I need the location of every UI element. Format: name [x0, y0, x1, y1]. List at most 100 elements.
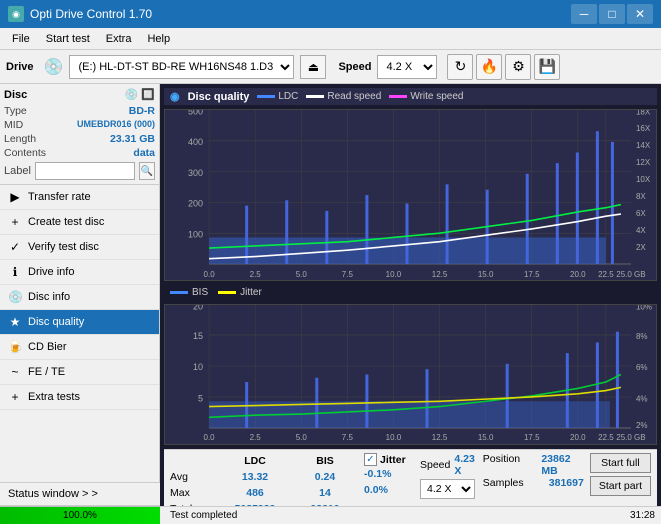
disc-mid-label: MID — [4, 119, 23, 131]
create-test-disc-label: Create test disc — [28, 216, 104, 228]
status-window-label: Status window > > — [8, 488, 98, 500]
legend-write-label: Write speed — [410, 91, 463, 102]
speed-selector[interactable]: 4.2 X — [377, 55, 437, 79]
svg-text:10X: 10X — [636, 175, 651, 184]
svg-text:14X: 14X — [636, 141, 651, 150]
start-part-button[interactable]: Start part — [590, 476, 651, 496]
sidebar-item-transfer-rate[interactable]: ▶ Transfer rate — [0, 185, 159, 210]
menu-file[interactable]: File — [4, 31, 38, 47]
sidebar-item-verify-test-disc[interactable]: ✓ Verify test disc — [0, 235, 159, 260]
burn-icon[interactable]: 🔥 — [476, 54, 502, 80]
maximize-button[interactable]: □ — [599, 4, 625, 24]
minimize-button[interactable]: ─ — [571, 4, 597, 24]
legend-read: Read speed — [306, 91, 381, 102]
disc-quality-label: Disc quality — [28, 316, 84, 328]
svg-text:6%: 6% — [636, 362, 648, 372]
legend-jitter: Jitter — [218, 287, 262, 298]
svg-text:10: 10 — [193, 362, 203, 372]
speed-value-display: 4.23 X — [454, 453, 476, 477]
disc-quality-icon: ★ — [8, 315, 22, 329]
menu-help[interactable]: Help — [139, 31, 178, 47]
time-display: 31:28 — [630, 510, 655, 521]
svg-text:10%: 10% — [636, 305, 653, 311]
nav-items: ▶ Transfer rate + Create test disc ✓ Ver… — [0, 185, 159, 488]
jitter-avg-row: -0.1% — [364, 466, 414, 482]
stats-bis-header: BIS — [290, 453, 360, 469]
pos-section: Position 23862 MB Samples 381697 — [483, 453, 584, 489]
action-buttons: Start full Start part — [590, 453, 651, 496]
position-row: Position 23862 MB — [483, 453, 584, 477]
cd-bier-icon: 🍺 — [8, 340, 22, 354]
disc-label-input[interactable] — [35, 162, 135, 180]
svg-text:25.0 GB: 25.0 GB — [616, 270, 646, 279]
bottom-chart: 20 15 10 5 10% 8% 6% 4% 2% 0.0 2.5 5.0 7… — [164, 304, 657, 445]
disc-contents-row: Contents data — [4, 147, 155, 159]
disc-extra-icon: 🔲 — [141, 88, 155, 101]
start-full-button[interactable]: Start full — [590, 453, 651, 473]
stats-avg-row: Avg 13.32 0.24 — [170, 469, 360, 485]
close-button[interactable]: ✕ — [627, 4, 653, 24]
svg-text:12.5: 12.5 — [432, 431, 448, 441]
svg-text:7.5: 7.5 — [342, 431, 354, 441]
sidebar-item-extra-tests[interactable]: + Extra tests — [0, 385, 159, 410]
app-title: Opti Drive Control 1.70 — [30, 7, 152, 21]
position-value: 23862 MB — [541, 453, 583, 477]
sidebar-item-disc-info[interactable]: 💿 Disc info — [0, 285, 159, 310]
disc-label-row: Label 🔍 — [4, 162, 155, 180]
legend-read-color — [306, 95, 324, 98]
status-window-button[interactable]: Status window > > — [0, 482, 160, 506]
svg-text:20: 20 — [193, 305, 203, 311]
legend-bis: BIS — [170, 287, 208, 298]
transfer-rate-label: Transfer rate — [28, 191, 91, 203]
label-search-button[interactable]: 🔍 — [139, 162, 155, 180]
jitter-checkbox[interactable]: ✓ — [364, 453, 377, 466]
svg-text:25.0 GB: 25.0 GB — [616, 431, 646, 441]
sidebar-item-drive-info[interactable]: ℹ Drive info — [0, 260, 159, 285]
svg-text:500: 500 — [188, 110, 203, 116]
legend-write-color — [389, 95, 407, 98]
disc-mid-value: UMEBDR016 (000) — [77, 119, 155, 131]
disc-info-label: Disc info — [28, 291, 70, 303]
legend-read-label: Read speed — [327, 91, 381, 102]
refresh-icon[interactable]: ↻ — [447, 54, 473, 80]
sidebar-item-cd-bier[interactable]: 🍺 CD Bier — [0, 335, 159, 360]
svg-text:5.0: 5.0 — [296, 431, 308, 441]
verify-test-disc-label: Verify test disc — [28, 241, 99, 253]
chart-title: Disc quality — [188, 91, 250, 103]
bottom-chart-svg: 20 15 10 5 10% 8% 6% 4% 2% 0.0 2.5 5.0 7… — [165, 305, 656, 444]
speed-static-label: Speed — [420, 459, 450, 471]
samples-value: 381697 — [549, 477, 584, 489]
svg-text:15.0: 15.0 — [478, 270, 494, 279]
svg-text:4%: 4% — [636, 393, 648, 403]
svg-text:0.0: 0.0 — [204, 270, 216, 279]
svg-text:300: 300 — [188, 168, 203, 178]
progress-bar-container: 100.0% — [0, 506, 160, 524]
svg-text:6X: 6X — [636, 209, 646, 218]
menu-start-test[interactable]: Start test — [38, 31, 98, 47]
settings-icon[interactable]: ⚙ — [505, 54, 531, 80]
disc-length-label: Length — [4, 133, 36, 145]
svg-text:7.5: 7.5 — [342, 270, 354, 279]
svg-text:2%: 2% — [636, 420, 648, 430]
speed-combo-select[interactable]: 4.2 X — [420, 479, 475, 499]
svg-text:15: 15 — [193, 331, 203, 341]
samples-label: Samples — [483, 477, 543, 489]
save-icon[interactable]: 💾 — [534, 54, 560, 80]
fe-te-icon: ~ — [8, 365, 22, 379]
drive-info-icon: ℹ — [8, 265, 22, 279]
extra-tests-icon: + — [8, 390, 22, 404]
menu-extra[interactable]: Extra — [98, 31, 140, 47]
svg-text:200: 200 — [188, 198, 203, 208]
sidebar-item-fe-te[interactable]: ~ FE / TE — [0, 360, 159, 385]
sidebar-item-disc-quality[interactable]: ★ Disc quality — [0, 310, 159, 335]
jitter-section: ✓ Jitter -0.1% 0.0% — [364, 453, 414, 498]
jitter-checkbox-row: ✓ Jitter — [364, 453, 414, 466]
svg-text:15.0: 15.0 — [478, 431, 494, 441]
svg-text:5: 5 — [198, 393, 203, 403]
drive-selector[interactable]: (E:) HL-DT-ST BD-RE WH16NS48 1.D3 — [69, 55, 294, 79]
eject-button[interactable]: ⏏ — [300, 55, 326, 79]
disc-length-row: Length 23.31 GB — [4, 133, 155, 145]
sidebar: Disc 💿 🔲 Type BD-R MID UMEBDR016 (000) L… — [0, 84, 160, 488]
sidebar-item-create-test-disc[interactable]: + Create test disc — [0, 210, 159, 235]
legend-ldc-color — [257, 95, 275, 98]
